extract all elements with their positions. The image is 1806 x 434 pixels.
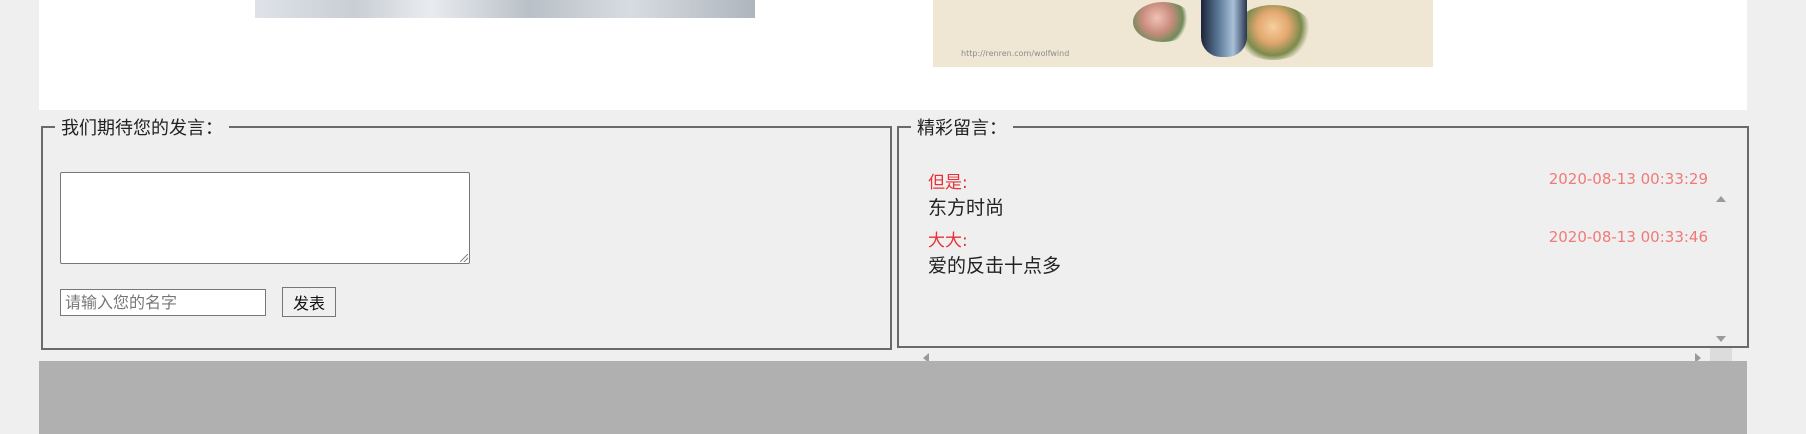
comment-text: 东方时尚 <box>928 197 1005 219</box>
article-image-right: http://renren.com/wolfwind <box>933 0 1433 67</box>
comments-list[interactable]: 但是: 2020-08-13 00:33:29 东方时尚 大大: 2020-08… <box>899 160 1747 370</box>
article-image-left <box>255 0 755 18</box>
comment-timestamp: 2020-08-13 00:33:46 <box>1548 228 1708 246</box>
image-flower <box>1133 2 1193 42</box>
scroll-down-arrow-icon[interactable] <box>1716 336 1726 342</box>
comments-panel: 精彩留言： 但是: 2020-08-13 00:33:29 东方时尚 大大: 2… <box>897 114 1749 370</box>
comment-timestamp: 2020-08-13 00:33:29 <box>1548 170 1708 188</box>
message-textarea[interactable] <box>60 172 470 264</box>
comments-panel-legend: 精彩留言： <box>917 118 1007 139</box>
comment-author: 但是: <box>928 173 968 193</box>
footer <box>39 361 1747 434</box>
image-figure <box>1201 0 1247 57</box>
submit-button[interactable]: 发表 <box>282 287 336 317</box>
post-form: 我们期待您的发言： 发表 <box>41 114 892 350</box>
scroll-up-arrow-icon[interactable] <box>1716 196 1726 202</box>
content-area: http://renren.com/wolfwind <box>39 0 1747 110</box>
comment-author: 大大: <box>928 231 968 251</box>
post-form-legend: 我们期待您的发言： <box>61 118 223 139</box>
comment-text: 爱的反击十点多 <box>928 255 1062 277</box>
resize-grip-icon[interactable] <box>460 254 468 262</box>
name-input[interactable] <box>60 289 266 316</box>
image-watermark: http://renren.com/wolfwind <box>961 49 1070 58</box>
